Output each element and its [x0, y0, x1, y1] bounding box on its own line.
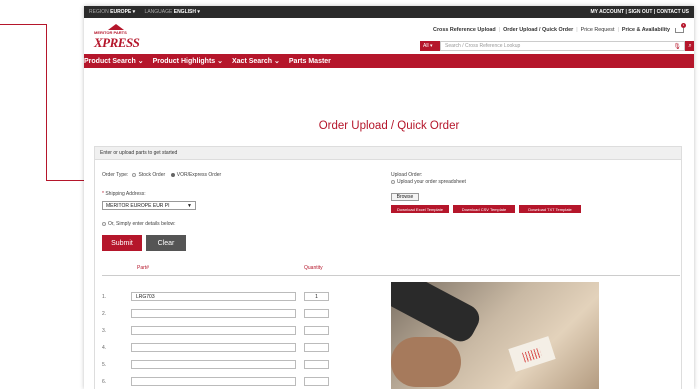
row-number: 1.: [102, 294, 107, 300]
download-txt-template-button[interactable]: Download TXT Template: [519, 205, 581, 213]
panel-heading: Enter or upload parts to get started: [95, 147, 681, 160]
quantity-input[interactable]: [304, 377, 329, 386]
radio-stock-order[interactable]: Stock Order: [132, 172, 165, 178]
header-links: Cross Reference Upload | Order Upload / Qu…: [433, 27, 670, 33]
browse-button[interactable]: Browse: [391, 193, 419, 201]
search-bar: All ▾ Search / Cross Reference Lookup 🎙 …: [420, 41, 694, 51]
row-number: 2.: [102, 311, 107, 317]
simple-entry-option[interactable]: Or, Simply enter details below:: [102, 221, 176, 227]
region-selector[interactable]: EUROPE ▾: [110, 9, 135, 15]
chevron-down-icon: ▼: [187, 202, 192, 209]
callout-line: [0, 24, 46, 25]
radio-vor-express-order[interactable]: VOR/Express Order: [170, 172, 221, 178]
part-input[interactable]: [131, 326, 296, 335]
cart-icon[interactable]: 1: [674, 23, 686, 36]
nav-parts-master[interactable]: Parts Master: [289, 58, 331, 65]
quantity-input[interactable]: [304, 309, 329, 318]
download-excel-template-button[interactable]: Download Excel Template: [391, 205, 449, 213]
utility-bar: REGION EUROPE ▾ LANGUAGE ENGLISH ▾ MY AC…: [84, 6, 694, 18]
row-number: 6.: [102, 379, 107, 385]
language-selector[interactable]: ENGLISH ▾: [174, 9, 200, 15]
column-header-part: Part#: [137, 265, 149, 271]
shipping-address-select[interactable]: MERITOR EUROPE EUR PI ▼: [102, 201, 196, 210]
callout-line: [46, 24, 47, 181]
meritor-logo[interactable]: MERITOR PARTS XPRESS: [94, 24, 146, 50]
link-order-upload[interactable]: Order Upload / Quick Order: [503, 27, 573, 33]
search-scope-select[interactable]: All ▾: [420, 41, 440, 51]
page-title: Order Upload / Quick Order: [318, 120, 460, 132]
region-label: REGION: [89, 9, 109, 15]
order-panel: Enter or upload parts to get started Ord…: [94, 146, 682, 389]
nav-product-highlights[interactable]: Product Highlights ⌄: [153, 57, 223, 65]
quantity-input[interactable]: [304, 326, 329, 335]
search-button[interactable]: ⌕: [685, 41, 694, 51]
part-input[interactable]: [131, 309, 296, 318]
row-number: 3.: [102, 328, 107, 334]
shipping-label: * Shipping Address:: [102, 191, 146, 197]
part-input[interactable]: [131, 360, 296, 369]
row-number: 4.: [102, 345, 107, 351]
clear-button[interactable]: Clear: [146, 235, 186, 251]
nav-xact-search[interactable]: Xact Search ⌄: [232, 57, 280, 65]
divider: [102, 275, 680, 276]
quantity-input[interactable]: 1: [304, 292, 329, 301]
download-csv-template-button[interactable]: Download CSV Template: [453, 205, 515, 213]
search-input[interactable]: Search / Cross Reference Lookup 🎙: [440, 41, 685, 51]
part-input[interactable]: LRG703: [131, 292, 296, 301]
barcode-scanner-photo: [391, 282, 599, 389]
row-number: 5.: [102, 362, 107, 368]
link-price-request[interactable]: Price Request: [581, 27, 615, 33]
main-nav: Product Search ⌄ Product Highlights ⌄ Xa…: [84, 54, 694, 68]
part-input[interactable]: [131, 377, 296, 386]
browser-frame: REGION EUROPE ▾ LANGUAGE ENGLISH ▾ MY AC…: [84, 6, 694, 389]
quantity-input[interactable]: [304, 360, 329, 369]
column-header-quantity: Quantity: [304, 265, 323, 271]
order-type-row: Order Type: Stock Order VOR/Express Orde…: [102, 172, 222, 178]
site-header: MERITOR PARTS XPRESS Cross Reference Upl…: [84, 18, 694, 54]
part-input[interactable]: [131, 343, 296, 352]
nav-product-search[interactable]: Product Search ⌄: [84, 57, 144, 65]
account-links[interactable]: MY ACCOUNT | SIGN OUT | CONTACT US: [590, 9, 689, 15]
upload-label: Upload Order:: [391, 172, 423, 178]
language-label: LANGUAGE: [144, 9, 173, 15]
link-cross-reference-upload[interactable]: Cross Reference Upload: [433, 27, 496, 33]
upload-spreadsheet-option[interactable]: Upload your order spreadsheet: [391, 179, 466, 185]
search-icon: ⌕: [688, 42, 692, 49]
submit-button[interactable]: Submit: [102, 235, 142, 251]
microphone-icon[interactable]: 🎙: [673, 43, 681, 50]
link-price-availability[interactable]: Price & Availability: [622, 27, 670, 33]
quantity-input[interactable]: [304, 343, 329, 352]
cart-badge: 1: [681, 23, 686, 28]
